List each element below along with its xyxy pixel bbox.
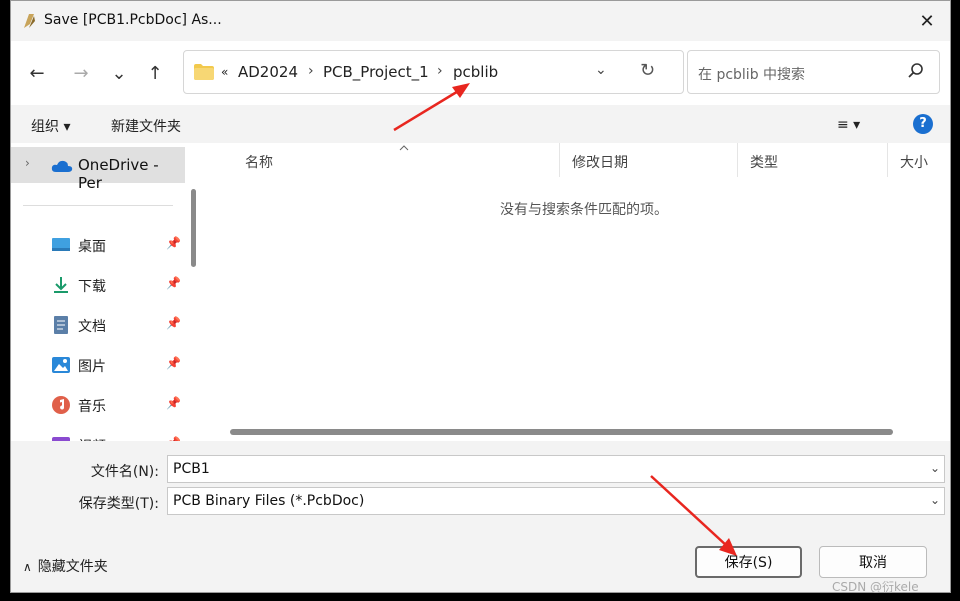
altium-app-icon [24, 14, 35, 28]
command-bar: 组织 ▾ 新建文件夹 ≡ ▾ ? [11, 105, 950, 143]
filename-label: 文件名(N): [90, 464, 159, 480]
filetype-value: PCB Binary Files (*.PcbDoc) [173, 493, 365, 509]
breadcrumb-ad2024[interactable]: AD2024 [238, 63, 298, 81]
desktop-icon [52, 238, 70, 251]
new-folder-button[interactable]: 新建文件夹 [111, 116, 181, 136]
column-header-size[interactable]: 大小 [888, 143, 950, 177]
chevron-down-icon[interactable]: ⌄ [930, 461, 940, 475]
save-form: 文件名(N): PCB1 ⌄ 保存类型(T): PCB Binary Files… [11, 441, 950, 592]
sidebar-item-label: 图片 [78, 359, 106, 375]
breadcrumb-pcb-project[interactable]: PCB_Project_1 [323, 63, 429, 81]
recent-locations-button[interactable]: ⌄ [105, 61, 133, 85]
window-title: Save [PCB1.PcbDoc] As... [44, 12, 222, 28]
sidebar-item-label: 音乐 [78, 399, 106, 415]
column-header-date[interactable]: 修改日期 [560, 143, 738, 177]
search-input[interactable]: 在 pcblib 中搜索 [698, 64, 805, 84]
onedrive-cloud-icon [51, 160, 73, 172]
folder-icon [194, 64, 214, 80]
chevron-right-icon: › [25, 156, 30, 170]
sidebar-item-downloads[interactable]: 下载 📌 [11, 267, 185, 303]
address-bar[interactable]: « AD2024 › PCB_Project_1 › pcblib ⌄ ↻ [183, 50, 684, 94]
chevron-up-icon: ∧ [23, 560, 32, 574]
sidebar-item-desktop[interactable]: 桌面 📌 [11, 227, 185, 263]
help-icon[interactable]: ? [913, 114, 933, 134]
view-options-button[interactable]: ≡ ▾ [837, 117, 860, 133]
cancel-button[interactable]: 取消 [819, 546, 927, 578]
sidebar-item-label: 文档 [78, 319, 106, 335]
picture-icon [52, 357, 70, 373]
sidebar-item-documents[interactable]: 文档 📌 [11, 307, 185, 343]
sidebar-item-onedrive[interactable]: › OneDrive - Per [11, 147, 185, 192]
save-as-dialog: Save [PCB1.PcbDoc] As... ✕ ← → ⌄ ↑ « AD2… [10, 0, 951, 593]
search-box[interactable]: 在 pcblib 中搜索 [687, 50, 940, 94]
up-button[interactable]: ↑ [141, 61, 169, 85]
sidebar-item-videos[interactable]: 视频 📌 [11, 427, 185, 441]
empty-message: 没有与搜索条件匹配的项。 [500, 202, 668, 218]
breadcrumb-separator[interactable]: › [437, 63, 443, 79]
close-button[interactable]: ✕ [904, 1, 950, 41]
chevron-down-icon: ⌄ [111, 62, 127, 84]
title-bar: Save [PCB1.PcbDoc] As... ✕ [11, 1, 950, 41]
pin-icon: 📌 [166, 316, 181, 330]
breadcrumb-pcblib[interactable]: pcblib [453, 63, 498, 81]
filename-input[interactable]: PCB1 [173, 461, 210, 477]
hide-folders-button[interactable]: ∧ 隐藏文件夹 [23, 556, 108, 576]
filename-field[interactable]: PCB1 ⌄ [167, 455, 945, 483]
breadcrumb-separator[interactable]: › [308, 63, 314, 79]
forward-arrow-icon: → [73, 62, 89, 84]
refresh-icon[interactable]: ↻ [640, 60, 655, 81]
up-arrow-icon: ↑ [147, 62, 163, 84]
sidebar-scrollbar[interactable] [191, 189, 196, 267]
sidebar-item-music[interactable]: 音乐 📌 [11, 387, 185, 423]
close-icon: ✕ [919, 10, 935, 32]
column-header-type[interactable]: 类型 [738, 143, 888, 177]
save-button[interactable]: 保存(S) [695, 546, 802, 578]
forward-button[interactable]: → [67, 61, 95, 85]
address-dropdown-icon[interactable]: ⌄ [595, 62, 607, 78]
pin-icon: 📌 [166, 356, 181, 370]
sidebar-item-pictures[interactable]: 图片 📌 [11, 347, 185, 383]
download-icon [54, 277, 68, 293]
back-arrow-icon: ← [29, 62, 45, 84]
organize-button[interactable]: 组织 ▾ [31, 116, 70, 136]
horizontal-scrollbar[interactable] [230, 429, 893, 435]
navigation-bar: ← → ⌄ ↑ « AD2024 › PCB_Project_1 › pcbli… [11, 41, 950, 105]
filetype-select[interactable]: PCB Binary Files (*.PcbDoc) ⌄ [167, 487, 945, 515]
search-icon [908, 63, 923, 78]
filetype-label: 保存类型(T): [78, 496, 159, 512]
chevron-down-icon[interactable]: ⌄ [930, 493, 940, 507]
pin-icon: 📌 [166, 396, 181, 410]
hide-folders-label: 隐藏文件夹 [37, 559, 108, 575]
breadcrumb-overflow[interactable]: « [221, 65, 228, 79]
column-header-name[interactable]: 名称 [233, 143, 560, 177]
file-list: 名称 修改日期 类型 大小 没有与搜索条件匹配的项。 [204, 143, 950, 441]
sidebar-item-label: 下载 [78, 279, 106, 295]
navigation-pane: › OneDrive - Per 桌面 📌 下载 📌 文档 📌 图片 📌 音乐 … [11, 143, 204, 441]
sidebar-item-label: OneDrive - Per [78, 156, 159, 192]
sidebar-divider [23, 205, 173, 206]
document-icon [54, 316, 68, 334]
pin-icon: 📌 [166, 276, 181, 290]
music-icon [52, 396, 70, 414]
sidebar-item-label: 桌面 [78, 239, 106, 255]
watermark: CSDN @衍kele [832, 580, 919, 594]
back-button[interactable]: ← [23, 61, 51, 85]
pin-icon: 📌 [166, 236, 181, 250]
